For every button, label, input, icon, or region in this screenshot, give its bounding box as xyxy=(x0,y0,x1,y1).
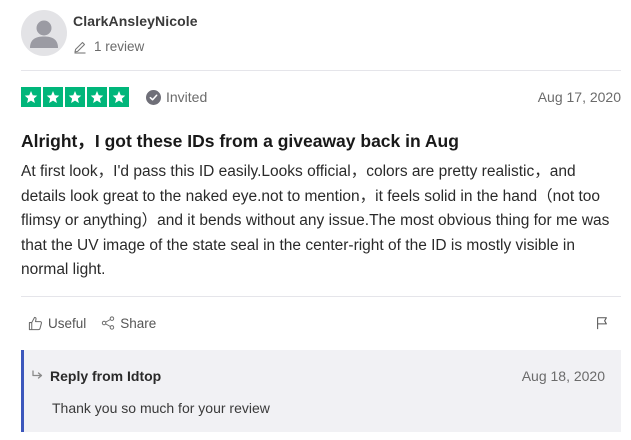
review-date: Aug 17, 2020 xyxy=(537,89,621,105)
reviewer-name[interactable]: ClarkAnsleyNicole xyxy=(73,13,198,29)
star-icon xyxy=(43,87,63,107)
rating-row: Invited Aug 17, 2020 xyxy=(21,87,621,107)
review-title[interactable]: Alright，I got these IDs from a giveaway … xyxy=(21,128,459,153)
divider xyxy=(21,296,621,297)
reply-arrow-icon xyxy=(32,369,44,384)
useful-label: Useful xyxy=(48,315,87,331)
star-rating xyxy=(21,87,129,107)
review-count-label: 1 review xyxy=(94,39,145,54)
check-circle-icon xyxy=(146,89,161,105)
star-icon xyxy=(21,87,41,107)
divider xyxy=(21,70,621,71)
flag-icon xyxy=(597,317,607,330)
review-count: 1 review xyxy=(73,39,198,54)
review-body: At first look，I'd pass this ID easily.Lo… xyxy=(21,163,610,278)
share-icon xyxy=(102,316,115,330)
share-button[interactable]: Share xyxy=(101,316,156,331)
invited-label: Invited xyxy=(166,89,208,105)
review-actions: Useful Share xyxy=(28,314,609,332)
thumbs-up-icon xyxy=(28,316,42,330)
report-flag-button[interactable] xyxy=(595,316,609,330)
user-silhouette-icon xyxy=(30,20,58,48)
company-reply: Reply from Idtop Aug 18, 2020 Thank you … xyxy=(21,350,621,432)
star-icon xyxy=(87,87,107,107)
reply-date: Aug 18, 2020 xyxy=(521,368,605,384)
reply-header: Reply from Idtop Aug 18, 2020 xyxy=(32,368,605,384)
reply-title: Reply from Idtop xyxy=(50,368,162,384)
reply-text: Thank you so much for your review xyxy=(52,400,270,416)
avatar[interactable] xyxy=(21,10,67,56)
share-label: Share xyxy=(120,315,157,331)
useful-button[interactable]: Useful xyxy=(28,316,86,331)
invited-badge[interactable]: Invited xyxy=(146,89,207,105)
star-icon xyxy=(109,87,129,107)
star-icon xyxy=(65,87,85,107)
reviewer-profile: ClarkAnsleyNicole 1 review xyxy=(21,10,198,56)
pencil-icon xyxy=(74,41,86,54)
